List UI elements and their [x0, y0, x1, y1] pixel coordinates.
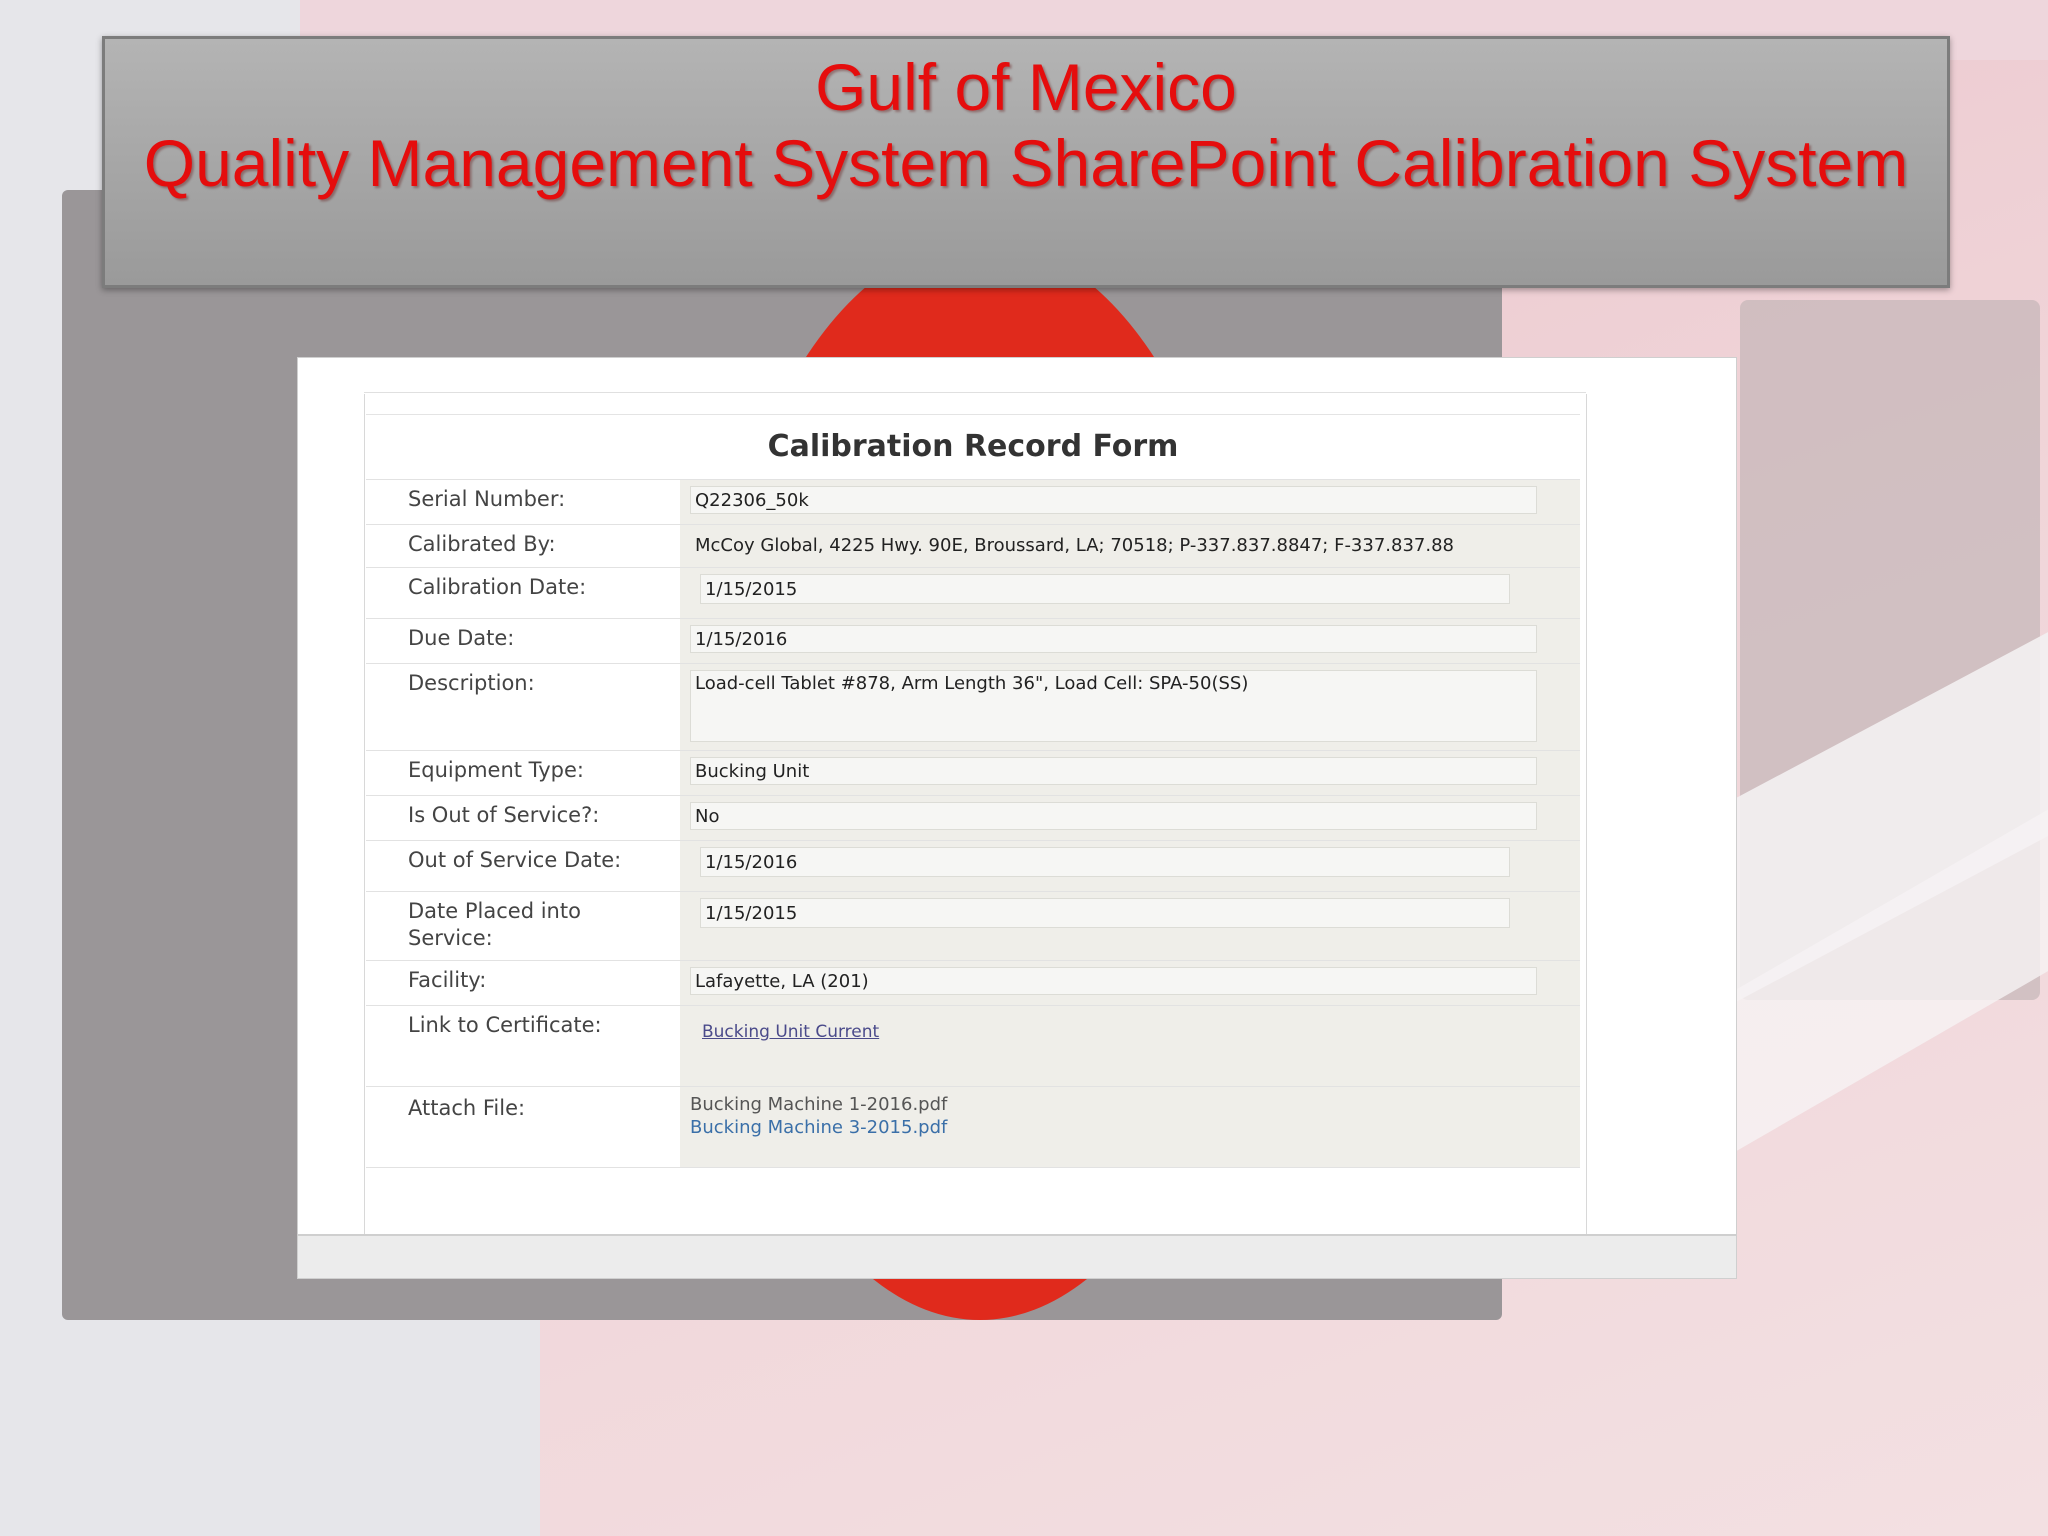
form-row-calibration-date: Calibration Date: 1/15/2015: [366, 567, 1580, 618]
equipment-type-label: Equipment Type:: [366, 751, 680, 795]
form-row-is-out-of-service: Is Out of Service?: No: [366, 795, 1580, 840]
slide-title-banner: Gulf of Mexico Quality Management System…: [102, 36, 1950, 288]
calibration-date-label: Calibration Date:: [366, 568, 680, 618]
link-to-certificate-label: Link to Certificate:: [366, 1006, 680, 1086]
form-title: Calibration Record Form: [366, 414, 1580, 479]
slide-title-line1: Gulf of Mexico: [815, 50, 1237, 124]
form-row-description: Description: Load-cell Tablet #878, Arm …: [366, 663, 1580, 750]
calibration-form-screenshot: Calibration Record Form Serial Number: Q…: [298, 358, 1736, 1278]
date-placed-into-service-field[interactable]: 1/15/2015: [700, 898, 1510, 928]
form-row-attach-file: Attach File: Bucking Machine 1-2016.pdf …: [366, 1086, 1580, 1168]
due-date-label: Due Date:: [366, 619, 680, 663]
form-row-facility: Facility: Lafayette, LA (201): [366, 960, 1580, 1005]
equipment-type-field[interactable]: Bucking Unit: [690, 757, 1537, 785]
calibration-date-field[interactable]: 1/15/2015: [700, 574, 1510, 604]
form-row-date-placed-into-service: Date Placed into Service: 1/15/2015: [366, 891, 1580, 960]
date-placed-into-service-label: Date Placed into Service:: [366, 892, 680, 960]
facility-field[interactable]: Lafayette, LA (201): [690, 967, 1537, 995]
description-label: Description:: [366, 664, 680, 750]
facility-label: Facility:: [366, 961, 680, 1005]
slide-title-line2: Quality Management System SharePoint Cal…: [143, 126, 1909, 200]
serial-number-label: Serial Number:: [366, 480, 680, 524]
form-row-out-of-service-date: Out of Service Date: 1/15/2016: [366, 840, 1580, 891]
form-row-due-date: Due Date: 1/15/2016: [366, 618, 1580, 663]
serial-number-field[interactable]: Q22306_50k: [690, 486, 1537, 514]
due-date-field[interactable]: 1/15/2016: [690, 625, 1537, 653]
form-row-equipment-type: Equipment Type: Bucking Unit: [366, 750, 1580, 795]
calibration-record-form: Calibration Record Form Serial Number: Q…: [366, 414, 1580, 1168]
attach-file-label: Attach File:: [366, 1087, 680, 1167]
calibrated-by-field[interactable]: McCoy Global, 4225 Hwy. 90E, Broussard, …: [690, 531, 1537, 559]
calibrated-by-label: Calibrated By:: [366, 525, 680, 567]
form-row-link-to-certificate: Link to Certificate: Bucking Unit Curren…: [366, 1005, 1580, 1086]
out-of-service-date-label: Out of Service Date:: [366, 841, 680, 891]
out-of-service-date-field[interactable]: 1/15/2016: [700, 847, 1510, 877]
attached-file-link[interactable]: Bucking Machine 3-2015.pdf: [690, 1116, 1572, 1139]
screenshot-bottom-bar: [298, 1234, 1736, 1278]
is-out-of-service-field[interactable]: No: [690, 802, 1537, 830]
form-row-calibrated-by: Calibrated By: McCoy Global, 4225 Hwy. 9…: [366, 524, 1580, 567]
is-out-of-service-label: Is Out of Service?:: [366, 796, 680, 840]
attached-file-link[interactable]: Bucking Machine 1-2016.pdf: [690, 1093, 1572, 1116]
certificate-link[interactable]: Bucking Unit Current: [702, 1022, 879, 1042]
description-field[interactable]: Load-cell Tablet #878, Arm Length 36", L…: [690, 670, 1537, 742]
form-row-serial-number: Serial Number: Q22306_50k: [366, 479, 1580, 524]
